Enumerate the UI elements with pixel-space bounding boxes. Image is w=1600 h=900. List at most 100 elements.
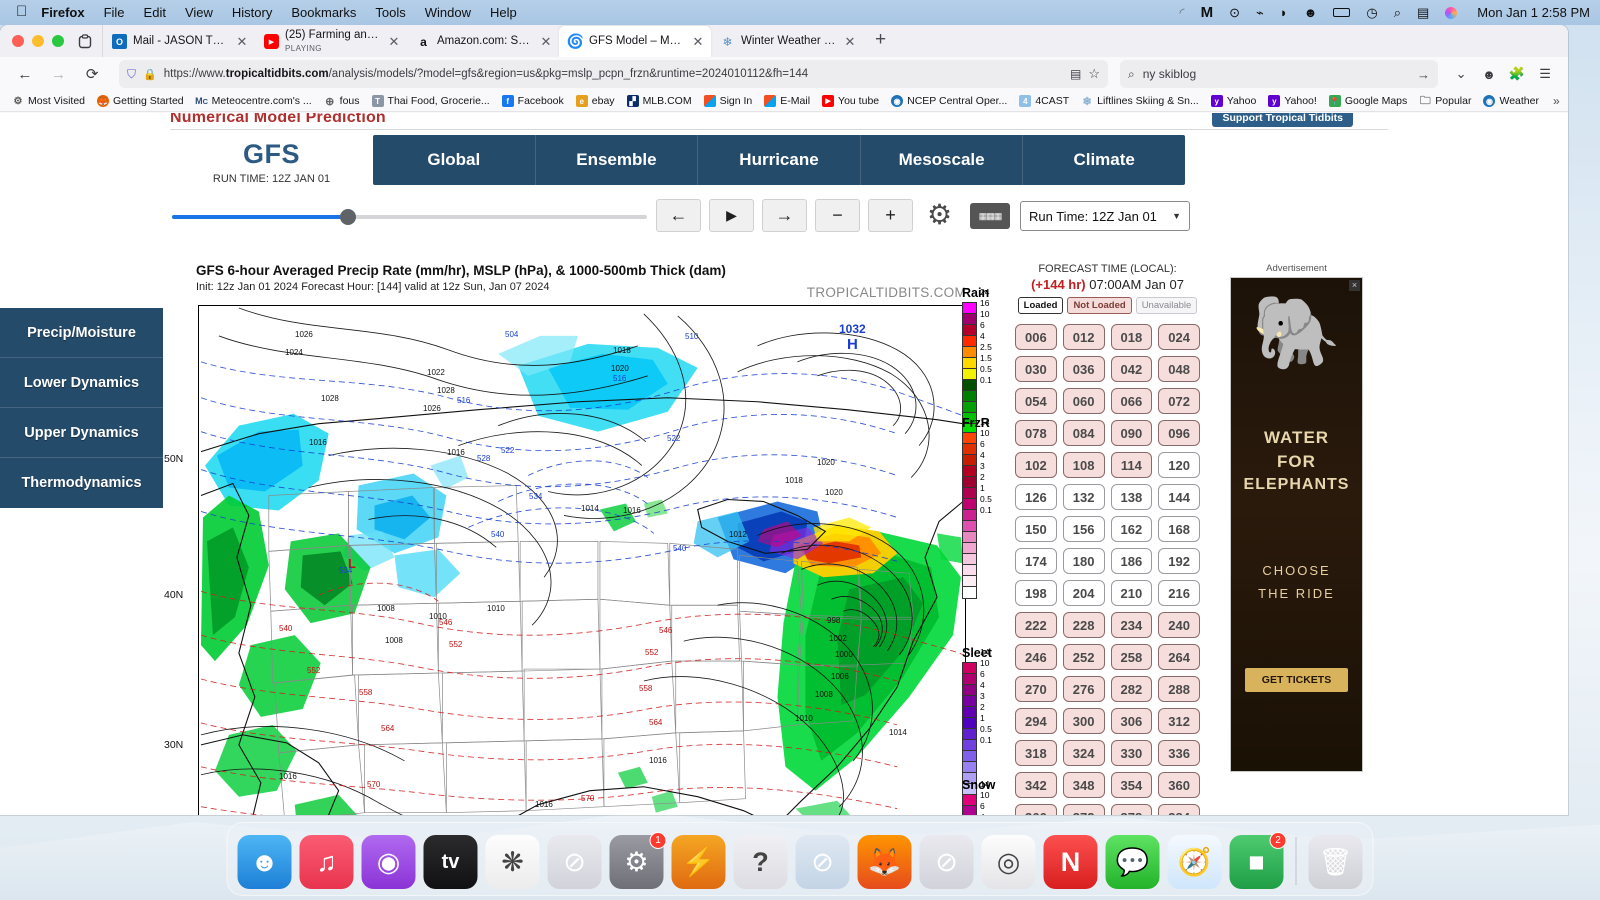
controlcenter-icon[interactable]: ▤ (1417, 6, 1429, 19)
forecast-hour-312[interactable]: 312 (1158, 708, 1200, 734)
bookmark-ebay[interactable]: eebay (570, 95, 621, 107)
menu-item-bookmarks[interactable]: Bookmarks (291, 5, 356, 20)
forecast-hour-264[interactable]: 264 (1158, 644, 1200, 670)
search-input[interactable]: ny skiblog (1143, 67, 1409, 81)
tab-ensemble[interactable]: Ensemble (536, 135, 699, 185)
forecast-hour-102[interactable]: 102 (1015, 452, 1057, 478)
forecast-hour-186[interactable]: 186 (1111, 548, 1153, 574)
menu-icon[interactable]: ☰ (1532, 60, 1558, 88)
category-lower-dynamics[interactable]: Lower Dynamics (0, 358, 163, 408)
dock-icon-trash[interactable]: 🗑 (1309, 835, 1363, 889)
forecast-hour-366[interactable]: 366 (1015, 804, 1057, 815)
dock-icon-app-disabled-2[interactable]: ⊘ (796, 835, 850, 889)
forecast-hour-270[interactable]: 270 (1015, 676, 1057, 702)
bluetooth-icon[interactable]: ⌁ (1256, 6, 1264, 19)
dock-icon-media-player[interactable]: ⚡ (672, 835, 726, 889)
forecast-hour-132[interactable]: 132 (1063, 484, 1105, 510)
forecast-hour-108[interactable]: 108 (1063, 452, 1105, 478)
bookmark-most-visited[interactable]: ⚙Most Visited (6, 95, 91, 107)
prev-frame-button[interactable]: ← (656, 199, 701, 232)
zoom-in-button[interactable]: + (868, 199, 913, 232)
menu-item-window[interactable]: Window (425, 5, 471, 20)
bookmark-weather[interactable]: ◉Weather (1477, 95, 1545, 107)
bookmark-4cast[interactable]: 44CAST (1013, 95, 1075, 107)
forecast-hour-318[interactable]: 318 (1015, 740, 1057, 766)
close-tab-icon[interactable]: ✕ (691, 34, 705, 50)
bookmark-popular-folder[interactable]: 🗀Popular (1413, 95, 1477, 107)
malwarebytes-icon[interactable]: M (1201, 5, 1214, 20)
minimize-window-button[interactable] (32, 35, 44, 47)
dock-icon-photos[interactable]: ❋ (486, 835, 540, 889)
forecast-hour-330[interactable]: 330 (1111, 740, 1153, 766)
gears-icon[interactable]: ⚙ (927, 201, 952, 229)
forecast-hour-228[interactable]: 228 (1063, 612, 1105, 638)
apple-icon[interactable]:  (16, 3, 27, 20)
forecast-hour-006[interactable]: 006 (1015, 324, 1057, 350)
bookmark-yahoo-2[interactable]: yYahoo! (1262, 95, 1323, 107)
forecast-hour-294[interactable]: 294 (1015, 708, 1057, 734)
bookmark-sign-in[interactable]: Sign In (698, 95, 759, 107)
forecast-hour-210[interactable]: 210 (1111, 580, 1153, 606)
forecast-hour-072[interactable]: 072 (1158, 388, 1200, 414)
dock-icon-news[interactable]: N (1044, 835, 1098, 889)
tab-amazon[interactable]: a Amazon.com: Skechers Men's D ✕ (407, 26, 559, 57)
forecast-hour-258[interactable]: 258 (1111, 644, 1153, 670)
new-tab-button[interactable]: + (863, 26, 898, 57)
reader-view-icon[interactable]: ▤ (1070, 67, 1081, 81)
tab-climate[interactable]: Climate (1023, 135, 1185, 185)
forecast-hour-156[interactable]: 156 (1063, 516, 1105, 542)
forecast-hour-384[interactable]: 384 (1158, 804, 1200, 815)
play-icon[interactable]: ⊙ (1229, 6, 1240, 19)
maximize-window-button[interactable] (52, 35, 64, 47)
dock-icon-facetime[interactable]: ■2 (1230, 835, 1284, 889)
menu-item-help[interactable]: Help (490, 5, 517, 20)
dock-icon-help[interactable]: ? (734, 835, 788, 889)
forecast-hour-138[interactable]: 138 (1111, 484, 1153, 510)
dock-icon-safari[interactable]: 🧭 (1168, 835, 1222, 889)
siri-icon[interactable]: ◜ (1180, 6, 1185, 19)
bookmark-email[interactable]: E-Mail (758, 95, 816, 107)
category-precip-moisture[interactable]: Precip/Moisture (0, 308, 163, 358)
play-button[interactable]: ▶ (709, 199, 754, 232)
forecast-hour-348[interactable]: 348 (1063, 772, 1105, 798)
search-bar[interactable]: ⌕ ny skiblog → (1120, 60, 1438, 88)
dock-icon-appletv[interactable]: tv (424, 835, 478, 889)
zoom-out-button[interactable]: − (815, 199, 860, 232)
forecast-hour-222[interactable]: 222 (1015, 612, 1057, 638)
advertisement-banner[interactable]: × 🐘 WATER FOR ELEPHANTS CHOOSE THE RIDE … (1230, 277, 1363, 772)
battery-icon[interactable] (1333, 8, 1350, 17)
bookmark-meteocentre[interactable]: MCMeteocentre.com's ... (190, 95, 318, 107)
forecast-hour-144[interactable]: 144 (1158, 484, 1200, 510)
forecast-hour-336[interactable]: 336 (1158, 740, 1200, 766)
dock-icon-app-disabled-3[interactable]: ⊘ (920, 835, 974, 889)
dock-icon-messages[interactable]: 💬 (1106, 835, 1160, 889)
forecast-hour-234[interactable]: 234 (1111, 612, 1153, 638)
keyboard-icon[interactable]: ▦▦▦ (970, 203, 1010, 229)
forecast-hour-306[interactable]: 306 (1111, 708, 1153, 734)
menu-item-view[interactable]: View (185, 5, 213, 20)
wifi-icon[interactable]: ◗ (1280, 6, 1288, 19)
star-icon[interactable]: ☆ (1088, 66, 1100, 82)
tab-gfs-model[interactable]: 🌀 GFS Model – MSLP & Precip (Ra ✕ (559, 26, 711, 57)
bookmark-youtube[interactable]: ▶You tube (816, 95, 885, 107)
forecast-hour-078[interactable]: 078 (1015, 420, 1057, 446)
forecast-hour-114[interactable]: 114 (1111, 452, 1153, 478)
tab-outlook[interactable]: O Mail - JASON TEMCO - Outlook ✕ (103, 26, 255, 57)
url-bar[interactable]: ⛉ 🔒 https://www.tropicaltidbits.com/anal… (119, 60, 1108, 88)
forecast-hour-060[interactable]: 060 (1063, 388, 1105, 414)
menu-item-file[interactable]: File (104, 5, 125, 20)
bookmark-fous[interactable]: ⊕fous (318, 95, 366, 107)
tab-global[interactable]: Global (373, 135, 536, 185)
forecast-hour-150[interactable]: 150 (1015, 516, 1057, 542)
frame-slider[interactable] (172, 209, 647, 225)
bookmarks-overflow-icon[interactable]: » (1545, 94, 1568, 108)
reload-button[interactable]: ⟳ (77, 60, 107, 88)
dock-icon-system-settings[interactable]: ⚙1 (610, 835, 664, 889)
forecast-hour-120[interactable]: 120 (1158, 452, 1200, 478)
slider-knob[interactable] (340, 209, 356, 225)
bookmark-liftlines[interactable]: ❄Liftlines Skiing & Sn... (1075, 95, 1205, 107)
forecast-hour-180[interactable]: 180 (1063, 548, 1105, 574)
tab-winter-weather[interactable]: ❄ Winter Weather 23/24 | Page 9 | ✕ (711, 26, 863, 57)
forward-button[interactable]: → (44, 60, 74, 88)
forecast-hour-096[interactable]: 096 (1158, 420, 1200, 446)
